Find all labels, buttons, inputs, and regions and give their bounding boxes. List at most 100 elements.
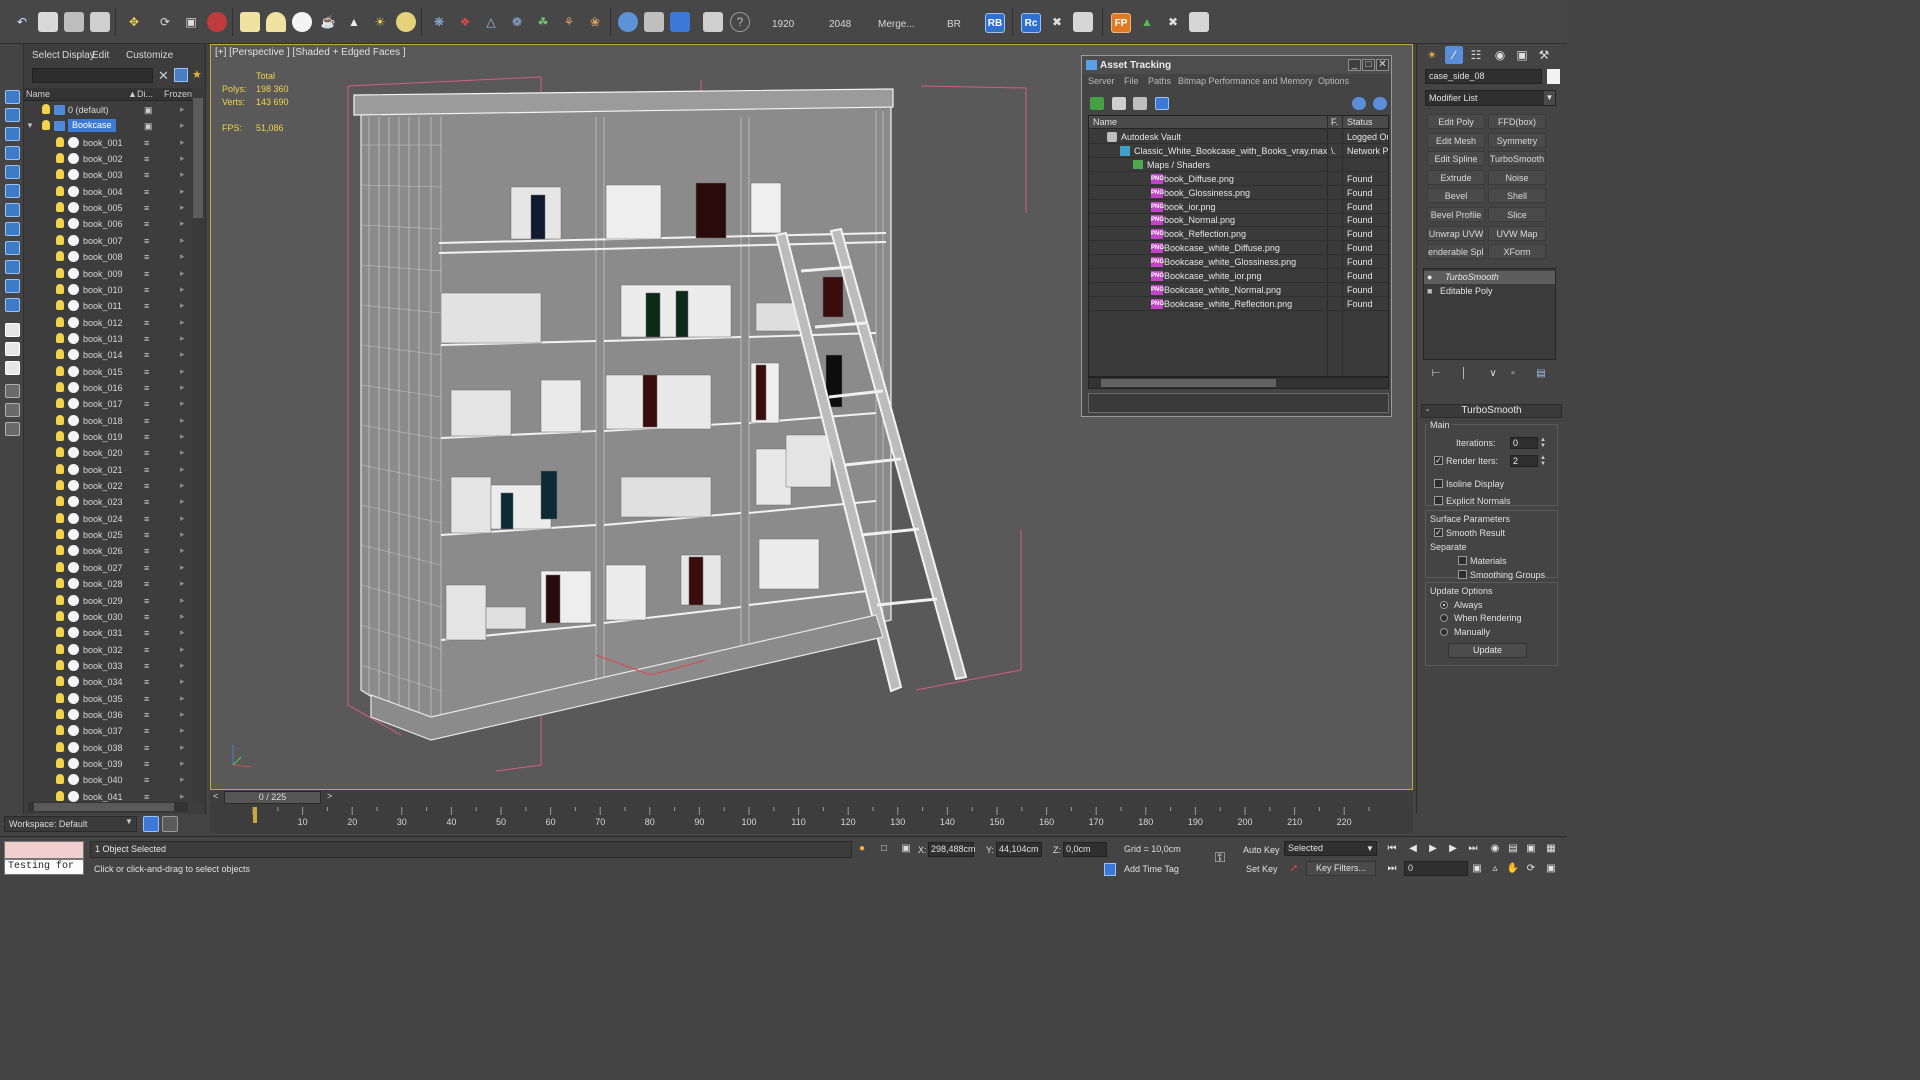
display-shapes-icon[interactable]: [5, 127, 20, 141]
explorer-menu-display[interactable]: Display: [62, 50, 95, 61]
freeze-toggle-icon[interactable]: ▸: [180, 169, 185, 180]
object-color-swatch[interactable]: [1547, 69, 1560, 84]
lightbulb-icon[interactable]: [56, 725, 64, 736]
make-unique-icon[interactable]: ∨: [1487, 368, 1499, 380]
undo-icon[interactable]: ↶: [12, 12, 32, 32]
play-icon[interactable]: ▶: [1426, 843, 1440, 854]
z-coordinate-field[interactable]: 0,0cm: [1063, 842, 1107, 857]
collapse-icon[interactable]: -: [1426, 405, 1429, 417]
tree-icon[interactable]: ▲: [1137, 12, 1157, 32]
asset-row[interactable]: PNG book_Glossiness.png Found: [1089, 186, 1388, 200]
freeze-toggle-icon[interactable]: ▸: [180, 202, 185, 213]
tree-view-icon[interactable]: [1133, 97, 1147, 110]
select-by-name-icon[interactable]: [64, 12, 84, 32]
zoom-extents-all-icon[interactable]: ▦: [1544, 843, 1558, 854]
display-groups-icon[interactable]: [5, 222, 20, 236]
render-iters-spinner[interactable]: 2: [1510, 455, 1538, 467]
freeze-toggle-icon[interactable]: ▸: [180, 447, 185, 458]
scene-explorer-icon[interactable]: [162, 816, 178, 832]
lightbulb-icon[interactable]: [56, 496, 64, 507]
display-helpers-icon[interactable]: [5, 184, 20, 198]
display-toggle-icon[interactable]: ≡: [144, 514, 156, 524]
show-end-result-icon[interactable]: │: [1458, 368, 1470, 380]
object-name-field[interactable]: case_side_08: [1425, 69, 1542, 84]
viewport-label[interactable]: [+] [Perspective ] [Shaded + Edged Faces…: [215, 47, 406, 58]
select-object-icon[interactable]: [38, 12, 58, 32]
asset-row[interactable]: PNG Bookcase_white_Reflection.png Found: [1089, 297, 1388, 311]
display-all-icon[interactable]: [5, 90, 20, 104]
object-row[interactable]: book_038 ≡ ▸: [24, 740, 192, 756]
freeze-toggle-icon[interactable]: ▸: [180, 611, 185, 622]
particles-icon[interactable]: ❋: [429, 12, 449, 32]
list-icon[interactable]: [1073, 12, 1093, 32]
explorer-menu-customize[interactable]: Customize: [126, 50, 173, 61]
freeze-toggle-icon[interactable]: ▸: [180, 627, 185, 638]
object-row[interactable]: book_031 ≡ ▸: [24, 625, 192, 641]
display-toggle-icon[interactable]: ≡: [144, 285, 156, 295]
y-coordinate-field[interactable]: 44,104cm: [996, 842, 1042, 857]
scrollbar-thumb[interactable]: [193, 98, 203, 218]
lightbulb-icon[interactable]: [56, 169, 64, 180]
object-row[interactable]: book_001 ≡ ▸: [24, 135, 192, 151]
display-toggle-icon[interactable]: ≡: [144, 677, 156, 687]
asset-table-horizontal-scrollbar[interactable]: [1088, 377, 1389, 389]
minimize-button[interactable]: _: [1348, 59, 1361, 71]
isoline-display-checkbox[interactable]: [1434, 479, 1443, 488]
lightbulb-icon[interactable]: ●: [1427, 272, 1432, 282]
object-row[interactable]: book_018 ≡ ▸: [24, 413, 192, 429]
list-view-icon[interactable]: [1112, 97, 1126, 110]
object-row[interactable]: book_012 ≡ ▸: [24, 315, 192, 331]
explorer-vertical-scrollbar[interactable]: [192, 88, 204, 802]
freeze-toggle-icon[interactable]: ▸: [180, 251, 185, 262]
time-slider-thumb[interactable]: 0 / 225: [224, 791, 321, 804]
object-row[interactable]: book_032 ≡ ▸: [24, 642, 192, 658]
object-row[interactable]: book_016 ≡ ▸: [24, 380, 192, 396]
asset-row[interactable]: Maps / Shaders: [1089, 158, 1388, 172]
wrench-icon[interactable]: ✖: [1163, 12, 1183, 32]
object-row[interactable]: book_013 ≡ ▸: [24, 331, 192, 347]
lightbulb-icon[interactable]: [56, 463, 64, 474]
display-toggle-icon[interactable]: ≡: [144, 792, 156, 802]
freeze-toggle-icon[interactable]: ▸: [180, 693, 185, 704]
lightbulb-icon[interactable]: [56, 676, 64, 687]
freeze-toggle-icon[interactable]: ▸: [180, 317, 185, 328]
display-geometry-icon[interactable]: [5, 108, 20, 122]
display-toggle-icon[interactable]: ≡: [144, 563, 156, 573]
freeze-toggle-icon[interactable]: ▸: [180, 431, 185, 442]
current-frame-marker[interactable]: [253, 807, 257, 823]
object-row[interactable]: book_010 ≡ ▸: [24, 282, 192, 298]
key-filters-button[interactable]: Key Filters...: [1306, 861, 1376, 876]
render-setup-icon[interactable]: [207, 12, 227, 32]
display-toggle-icon[interactable]: ≡: [144, 497, 156, 507]
freeze-toggle-icon[interactable]: ▸: [180, 464, 185, 475]
freeze-toggle-icon[interactable]: ▸: [180, 366, 185, 377]
display-influences-icon[interactable]: [5, 342, 20, 356]
menu-server[interactable]: Server: [1088, 76, 1115, 86]
freeze-toggle-icon[interactable]: ▸: [180, 382, 185, 393]
object-row[interactable]: book_028 ≡ ▸: [24, 576, 192, 592]
help-icon[interactable]: ?: [730, 12, 750, 32]
configure-modifier-sets-icon[interactable]: ▤: [1535, 368, 1547, 380]
render-iters-checkbox[interactable]: ✓: [1434, 456, 1443, 465]
display-toggle-icon[interactable]: ≡: [144, 154, 156, 164]
lightbulb-icon[interactable]: [56, 234, 64, 245]
time-slider-next-icon[interactable]: >: [327, 791, 332, 801]
lightbulb-icon[interactable]: [56, 185, 64, 196]
lightbulb-icon[interactable]: [56, 316, 64, 327]
orbit-icon[interactable]: ⟳: [1524, 863, 1538, 874]
display-toggle-icon[interactable]: ≡: [144, 416, 156, 426]
freeze-toggle-icon[interactable]: ▸: [180, 415, 185, 426]
display-toggle-icon[interactable]: ≡: [144, 726, 156, 736]
time-slider[interactable]: < 0 / 225 >: [210, 790, 1413, 805]
select-scale-icon[interactable]: ▣: [181, 12, 201, 32]
object-row[interactable]: book_017 ≡ ▸: [24, 396, 192, 412]
display-bones-icon[interactable]: [5, 260, 20, 274]
lightbulb-icon[interactable]: [56, 381, 64, 392]
set-key-icon[interactable]: ➚: [1288, 863, 1300, 876]
lightbulb-icon[interactable]: [56, 512, 64, 523]
sort-icon[interactable]: [5, 422, 20, 436]
display-toggle-icon[interactable]: ≡: [144, 596, 156, 606]
lightbulb-icon[interactable]: [56, 300, 64, 311]
freeze-toggle-icon[interactable]: ▸: [180, 660, 185, 671]
select-move-icon[interactable]: ✥: [124, 12, 144, 32]
